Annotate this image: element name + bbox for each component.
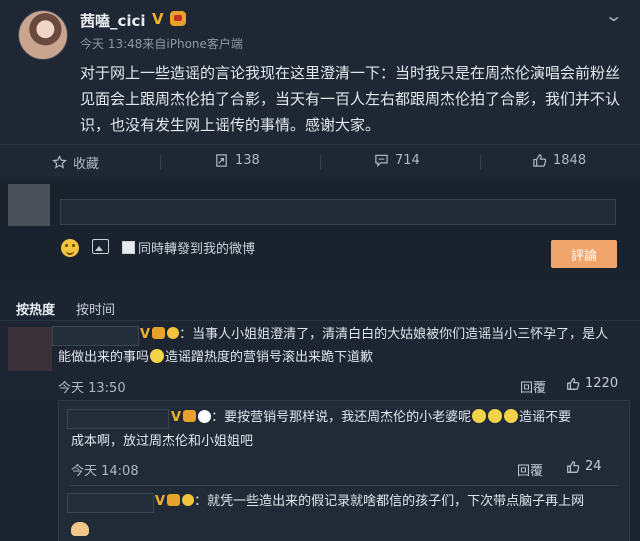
redacted-username <box>67 409 169 429</box>
reply-button[interactable]: 回覆 <box>517 460 543 479</box>
comment-item: V ：当事人小姐姐澄清了，清清白白的大姑娘被你们造谣当小三怀孕了，是人 能做出来的… <box>0 320 640 401</box>
divider <box>69 485 619 486</box>
reply-time: 今天 14:08 <box>71 464 139 479</box>
panda-badge-icon <box>198 410 212 423</box>
verified-badge-icon: V <box>140 327 151 342</box>
comment-text: V ：当事人小姐姐澄清了，清清白白的大姑娘被你们造谣当小三怀孕了，是人 <box>140 324 608 346</box>
post-body: 对于网上一些造谣的言论我现在这里澄清一下：当时我只是在周杰伦演唱会前粉丝见面会上… <box>80 64 621 134</box>
favorite-label: 收藏 <box>73 157 100 172</box>
salute-emoji-icon <box>71 519 89 538</box>
vip-crown-icon <box>167 494 181 506</box>
repost-button[interactable]: 138 <box>214 153 260 168</box>
comment-like-button[interactable]: 1220 <box>566 376 618 391</box>
comment-text-line2b: 造谣蹭热度的营销号滚出来跪下道歉 <box>165 350 374 365</box>
fan-badge-icon <box>182 494 195 506</box>
also-repost-checkbox[interactable] <box>122 241 135 254</box>
reply-button[interactable]: 回覆 <box>520 377 546 396</box>
comment-text-line2a: 能做出来的事吗 <box>58 350 150 365</box>
verified-badge-icon: V <box>152 10 164 28</box>
vip-crown-icon <box>170 11 186 26</box>
laugh-emoji-icon <box>488 409 503 423</box>
comment-text-line1: ：当事人小姐姐澄清了，清清白白的大姑娘被你们造谣当小三怀孕了，是人 <box>179 327 609 342</box>
redacted-username <box>67 493 154 513</box>
comment-text-continued: 能做出来的事吗 造谣蹭热度的营销号滚出来跪下道歉 <box>58 347 373 369</box>
thumbs-up-icon <box>533 154 547 167</box>
reply-text: V ：就凭一些造出来的假记录就啥都信的孩子们，下次带点脑子再上网 <box>155 491 584 513</box>
author-name[interactable]: 茜嗑_cici <box>80 10 146 31</box>
post-source[interactable]: 来自iPhone客户端 <box>142 37 243 51</box>
tab-sort-time[interactable]: 按时间 <box>76 299 115 318</box>
reply-text: V ：要按营销号那样说，我还周杰伦的小老婆呢 造谣不要 <box>171 407 571 429</box>
laugh-emoji-icon <box>472 409 487 423</box>
emoji-icon[interactable] <box>61 239 79 257</box>
post-action-bar: 收藏 138 714 1848 <box>0 144 640 177</box>
comment-composer: 同時轉發到我的微博 評論 <box>0 177 640 280</box>
star-icon <box>52 155 67 169</box>
vip-crown-icon <box>152 327 166 339</box>
author-avatar[interactable] <box>18 10 68 60</box>
submit-comment-button[interactable]: 評論 <box>551 240 617 268</box>
image-icon[interactable] <box>92 239 109 254</box>
reply-thread: V ：要按营销号那样说，我还周杰伦的小老婆呢 造谣不要 成本啊，放过周杰伦和小姐姐吧… <box>58 400 630 541</box>
post-time: 今天 13:48 <box>80 37 143 51</box>
comment-button[interactable]: 714 <box>374 153 420 168</box>
vip-crown-icon <box>183 410 197 422</box>
comment-icon <box>375 154 388 168</box>
comment-sort-bar: 按热度 按时间 <box>0 296 640 320</box>
divider <box>480 155 481 169</box>
fan-badge-icon <box>167 327 180 339</box>
verified-badge-icon: V <box>171 410 182 425</box>
laugh-emoji-icon <box>504 409 519 423</box>
smile-emoji-icon <box>150 349 165 363</box>
weibo-post: 茜嗑_cici V 今天 13:48来自iPhone客户端 ⌄ 对于网上一些造谣… <box>0 0 640 177</box>
comment-like-count: 1220 <box>585 376 619 391</box>
like-count: 1848 <box>553 153 587 168</box>
comment-time: 今天 13:50 <box>58 381 126 396</box>
reply-text-line1: ：就凭一些造出来的假记录就啥都信的孩子们，下次带点脑子再上网 <box>194 494 585 509</box>
divider <box>160 155 161 169</box>
divider <box>320 155 321 169</box>
commenter-avatar[interactable] <box>8 327 52 371</box>
post-meta: 今天 13:48来自iPhone客户端 <box>80 35 243 52</box>
comment-count: 714 <box>395 153 420 168</box>
chevron-down-icon[interactable]: ⌄ <box>604 6 623 25</box>
repost-count: 138 <box>235 153 260 168</box>
current-user-avatar <box>8 184 50 226</box>
repost-icon <box>216 154 227 167</box>
reply-text-line2: 成本啊，放过周杰伦和小姐姐吧 <box>71 434 254 449</box>
like-button[interactable]: 1848 <box>532 153 586 168</box>
redacted-username <box>52 326 139 346</box>
thumbs-up-icon <box>567 460 580 473</box>
verified-badge-icon: V <box>155 494 166 509</box>
tab-sort-hot[interactable]: 按热度 <box>16 299 55 318</box>
reply-text-line1b: 造谣不要 <box>519 410 572 425</box>
comment-input[interactable] <box>60 199 616 225</box>
thumbs-up-icon <box>567 377 580 390</box>
also-repost-label[interactable]: 同時轉發到我的微博 <box>138 238 255 257</box>
reply-like-count: 24 <box>585 459 602 474</box>
favorite-button[interactable]: 收藏 <box>52 153 99 172</box>
reply-text-line1a: ：要按营销号那样说，我还周杰伦的小老婆呢 <box>211 410 472 425</box>
reply-like-button[interactable]: 24 <box>566 459 602 474</box>
